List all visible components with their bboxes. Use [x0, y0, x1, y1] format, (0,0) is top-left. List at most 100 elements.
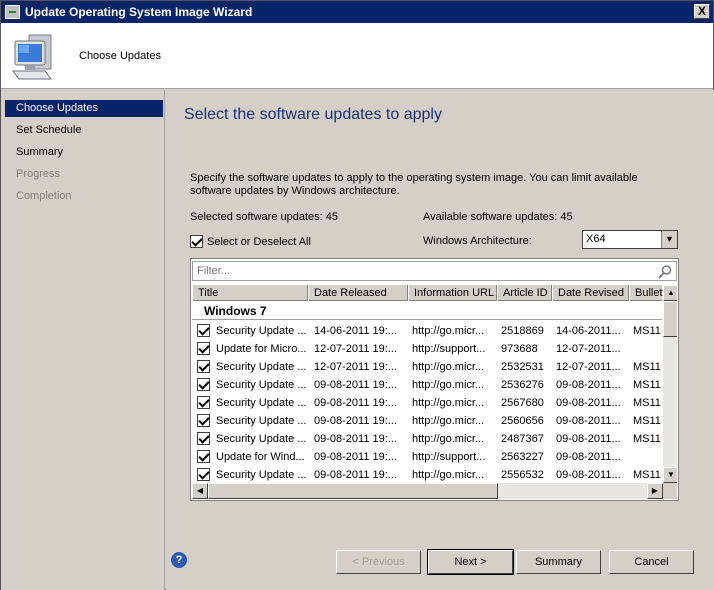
- cell-date-released: 09-08-2011 19:...: [314, 397, 397, 409]
- row-checkbox[interactable]: [197, 324, 210, 337]
- table-row[interactable]: Security Update ... 14-06-2011 19:... ht…: [192, 322, 662, 340]
- cell-date-revised: 09-08-2011...: [556, 469, 621, 481]
- wizard-window: Update Operating System Image Wizard X C…: [0, 0, 714, 590]
- table-row[interactable]: Update for Wind... 09-08-2011 19:... htt…: [192, 448, 662, 466]
- cell-title: Security Update ...: [216, 361, 307, 373]
- cell-title: Security Update ...: [216, 325, 307, 337]
- column-header-date-released[interactable]: Date Released: [308, 285, 408, 301]
- select-all-control[interactable]: Select or Deselect All: [190, 235, 311, 248]
- title-bar[interactable]: Update Operating System Image Wizard X: [1, 1, 713, 23]
- column-header-date-revised[interactable]: Date Revised: [552, 285, 629, 301]
- grid-header: Title Date Released Information URL Arti…: [192, 285, 669, 301]
- table-row[interactable]: Security Update ... 09-08-2011 19:... ht…: [192, 412, 662, 430]
- table-row[interactable]: Security Update ... 09-08-2011 19:... ht…: [192, 466, 662, 484]
- select-all-checkbox[interactable]: [190, 235, 203, 248]
- cell-information-url: http://support...: [412, 451, 486, 463]
- column-header-article-id[interactable]: Article ID: [497, 285, 552, 301]
- cell-bulletin: MS11: [633, 469, 661, 481]
- cell-date-revised: 09-08-2011...: [556, 397, 621, 409]
- scrollbar-corner: [663, 483, 677, 499]
- row-checkbox[interactable]: [197, 468, 210, 481]
- cell-article-id: 2532531: [501, 361, 544, 373]
- cell-article-id: 2560656: [501, 415, 544, 427]
- row-checkbox[interactable]: [197, 432, 210, 445]
- horizontal-scroll-thumb[interactable]: [208, 483, 498, 499]
- select-all-label: Select or Deselect All: [207, 235, 311, 248]
- row-checkbox[interactable]: [197, 360, 210, 373]
- nav-item-choose-updates[interactable]: Choose Updates: [5, 100, 163, 117]
- cell-information-url: http://go.micr...: [412, 361, 485, 373]
- group-label: Windows 7: [204, 304, 267, 318]
- cell-date-released: 14-06-2011 19:...: [314, 325, 397, 337]
- architecture-label: Windows Architecture:: [423, 235, 532, 247]
- nav-item-set-schedule[interactable]: Set Schedule: [5, 122, 163, 139]
- row-checkbox[interactable]: [197, 342, 210, 355]
- vertical-scrollbar[interactable]: ▲ ▼: [663, 285, 677, 483]
- architecture-select[interactable]: X64 ▼: [582, 230, 678, 249]
- cell-information-url: http://go.micr...: [412, 469, 485, 481]
- cell-title: Security Update ...: [216, 415, 307, 427]
- table-row[interactable]: Security Update ... 09-08-2011 19:... ht…: [192, 430, 662, 448]
- cell-bulletin: MS11: [633, 433, 661, 445]
- vertical-scroll-thumb[interactable]: [663, 301, 677, 337]
- cell-information-url: http://support...: [412, 343, 486, 355]
- cell-information-url: http://go.micr...: [412, 325, 485, 337]
- wizard-nav: Choose Updates Set Schedule Summary Prog…: [1, 90, 165, 590]
- row-checkbox[interactable]: [197, 414, 210, 427]
- search-icon[interactable]: [657, 264, 673, 280]
- scroll-left-icon[interactable]: ◀: [192, 483, 208, 499]
- cell-article-id: 2567680: [501, 397, 544, 409]
- selected-count: Selected software updates: 45: [190, 211, 338, 223]
- wizard-content: Select the software updates to apply Spe…: [166, 90, 714, 590]
- cell-date-released: 09-08-2011 19:...: [314, 433, 397, 445]
- cell-date-revised: 14-06-2011...: [556, 325, 621, 337]
- horizontal-scrollbar[interactable]: ◀ ▶: [192, 483, 663, 499]
- table-row[interactable]: Security Update ... 09-08-2011 19:... ht…: [192, 376, 662, 394]
- cell-information-url: http://go.micr...: [412, 397, 485, 409]
- previous-button[interactable]: < Previous: [336, 550, 421, 574]
- table-row[interactable]: Security Update ... 12-07-2011 19:... ht…: [192, 358, 662, 376]
- cell-date-revised: 09-08-2011...: [556, 451, 621, 463]
- help-icon[interactable]: ?: [171, 552, 187, 568]
- row-checkbox[interactable]: [197, 396, 210, 409]
- cell-information-url: http://go.micr...: [412, 433, 485, 445]
- cell-bulletin: MS11: [633, 397, 661, 409]
- next-button[interactable]: Next >: [427, 549, 514, 575]
- cell-title: Security Update ...: [216, 469, 307, 481]
- cell-date-revised: 09-08-2011...: [556, 379, 621, 391]
- app-icon: [5, 5, 20, 19]
- cell-date-released: 12-07-2011 19:...: [314, 361, 397, 373]
- scroll-up-icon[interactable]: ▲: [663, 285, 677, 301]
- nav-item-summary[interactable]: Summary: [5, 144, 163, 161]
- close-button[interactable]: X: [694, 4, 710, 19]
- cell-date-revised: 09-08-2011...: [556, 433, 621, 445]
- cell-date-revised: 12-07-2011...: [556, 343, 621, 355]
- column-header-title[interactable]: Title: [192, 285, 308, 301]
- wizard-header: Choose Updates: [1, 23, 713, 89]
- cell-title: Security Update ...: [216, 433, 307, 445]
- chevron-down-icon[interactable]: ▼: [661, 231, 677, 248]
- cell-bulletin: MS11: [633, 415, 661, 427]
- scroll-right-icon[interactable]: ▶: [647, 483, 663, 499]
- cell-date-released: 09-08-2011 19:...: [314, 415, 397, 427]
- table-row[interactable]: Update for Micro... 12-07-2011 19:... ht…: [192, 340, 662, 358]
- cell-date-released: 09-08-2011 19:...: [314, 451, 397, 463]
- table-row[interactable]: Security Update ... 09-08-2011 19:... ht…: [192, 394, 662, 412]
- row-checkbox[interactable]: [197, 378, 210, 391]
- cell-date-released: 09-08-2011 19:...: [314, 469, 397, 481]
- cell-information-url: http://go.micr...: [412, 415, 485, 427]
- cell-title: Update for Micro...: [216, 343, 307, 355]
- cell-article-id: 2487367: [501, 433, 544, 445]
- available-count: Available software updates: 45: [423, 211, 573, 223]
- summary-button[interactable]: Summary: [516, 550, 601, 574]
- cell-title: Security Update ...: [216, 397, 307, 409]
- cell-title: Update for Wind...: [216, 451, 305, 463]
- row-checkbox[interactable]: [197, 450, 210, 463]
- scroll-down-icon[interactable]: ▼: [663, 467, 677, 483]
- filter-input[interactable]: Filter...: [192, 261, 677, 281]
- cancel-button[interactable]: Cancel: [609, 550, 694, 574]
- nav-item-completion: Completion: [16, 190, 72, 202]
- cell-date-revised: 09-08-2011...: [556, 415, 621, 427]
- cell-date-released: 12-07-2011 19:...: [314, 343, 397, 355]
- column-header-information-url[interactable]: Information URL: [408, 285, 497, 301]
